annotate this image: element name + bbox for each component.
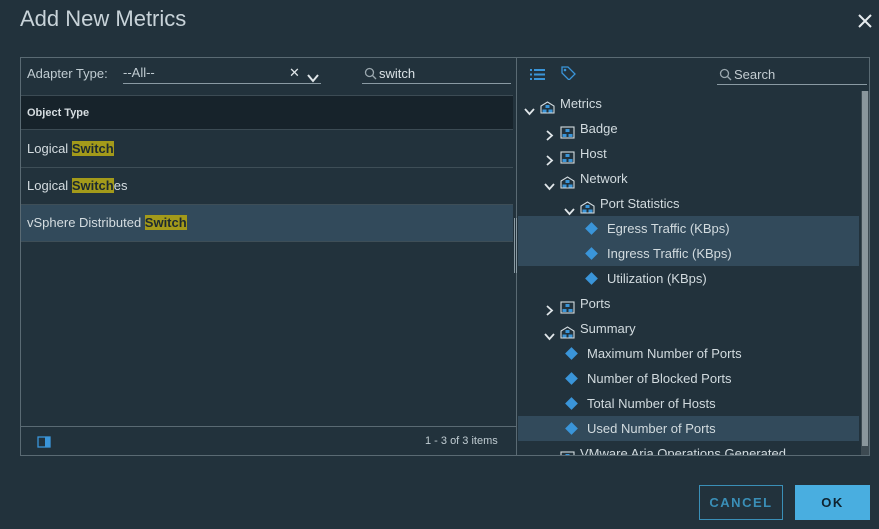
tree-metric-node[interactable]: Utilization (KBps) (518, 266, 859, 291)
tree-metric-node[interactable]: Ingress Traffic (KBps) (518, 241, 859, 266)
metric-diamond-icon (565, 422, 578, 435)
tree-metric-node[interactable]: Egress Traffic (KBps) (518, 216, 859, 241)
adapter-type-select[interactable]: --All-- ✕ (123, 62, 321, 84)
tree-group-node[interactable]: Ports (518, 291, 859, 316)
clear-icon[interactable]: ✕ (289, 62, 300, 84)
tree-node-label: Metrics (560, 96, 602, 111)
metrics-search (717, 63, 867, 85)
metrics-scrollbar[interactable] (861, 91, 869, 455)
tree-group-node[interactable]: Network (518, 166, 859, 191)
tree-node-label: Used Number of Ports (587, 421, 716, 436)
adapter-type-value: --All-- (123, 65, 155, 80)
metric-group-icon (560, 447, 575, 455)
resize-handle[interactable] (514, 218, 517, 273)
tree-node-label: Host (580, 146, 607, 161)
metrics-toolbar (518, 58, 869, 88)
ok-button[interactable]: OK (795, 485, 870, 520)
tree-node-label: Ports (580, 296, 611, 311)
adapter-type-label: Adapter Type: (27, 66, 108, 81)
tree-node-label: Badge (580, 121, 618, 136)
table-row[interactable]: vSphere Distributed Switch (21, 205, 513, 242)
metrics-tree: Metrics Badge Host Network Port Statistics Eg… (518, 91, 859, 455)
metric-diamond-icon (585, 247, 598, 260)
tree-node-label: Ingress Traffic (KBps) (607, 246, 732, 261)
row-text: Logical (27, 178, 72, 193)
tree-node-label: Utilization (KBps) (607, 271, 707, 286)
dialog-body: Adapter Type: --All-- ✕ Object Type Logi… (20, 57, 870, 456)
chevron-right-icon[interactable] (546, 449, 554, 455)
table-row[interactable]: Logical Switches (21, 168, 513, 205)
tree-node-label: Total Number of Hosts (587, 396, 716, 411)
search-icon (719, 68, 732, 86)
pagination-count: 1 - 3 of 3 items (425, 435, 498, 447)
metrics-panel: Metrics Badge Host Network Port Statistics Eg… (518, 58, 869, 455)
dialog-title: Add New Metrics (20, 6, 187, 31)
tree-node-label: Network (580, 171, 628, 186)
filter-bar: Adapter Type: --All-- ✕ (21, 58, 517, 94)
object-type-panel: Adapter Type: --All-- ✕ Object Type Logi… (21, 58, 517, 455)
tree-group-node[interactable]: Port Statistics (518, 191, 859, 216)
tree-group-node[interactable]: VMware Aria Operations Generated (518, 441, 859, 455)
cancel-button[interactable]: CANCEL (699, 485, 783, 520)
object-type-header[interactable]: Object Type (21, 95, 513, 130)
search-match-highlight: Switch (71, 178, 114, 193)
tree-node-label: Number of Blocked Ports (587, 371, 732, 386)
tag-icon[interactable] (560, 65, 577, 85)
row-text: vSphere Distributed (27, 215, 145, 230)
metric-diamond-icon (565, 347, 578, 360)
tree-node-label: Port Statistics (600, 196, 680, 211)
metric-diamond-icon (585, 222, 598, 235)
scrollbar-thumb[interactable] (862, 91, 868, 446)
tree-group-node[interactable]: Metrics (518, 91, 859, 116)
metrics-search-input[interactable] (734, 63, 859, 85)
chevron-down-icon[interactable] (307, 68, 319, 90)
object-search-input[interactable] (379, 62, 504, 84)
tree-node-label: Summary (580, 321, 636, 336)
column-header-label: Object Type (27, 107, 90, 119)
tree-metric-node[interactable]: Total Number of Hosts (518, 391, 859, 416)
search-match-highlight: Switch (71, 141, 114, 156)
tree-group-node[interactable]: Host (518, 141, 859, 166)
metric-diamond-icon (565, 372, 578, 385)
table-row[interactable]: Logical Switch (21, 131, 513, 168)
table-footer: 1 - 3 of 3 items (21, 426, 517, 455)
tree-node-label: VMware Aria Operations Generated (580, 446, 786, 455)
search-icon (364, 67, 377, 85)
row-text-suffix: es (113, 178, 128, 193)
metric-diamond-icon (565, 397, 578, 410)
tree-group-node[interactable]: Summary (518, 316, 859, 341)
tree-metric-node[interactable]: Maximum Number of Ports (518, 341, 859, 366)
object-search (362, 62, 511, 84)
metric-diamond-icon (585, 272, 598, 285)
column-toggle-icon[interactable] (37, 435, 51, 453)
tree-metric-node[interactable]: Used Number of Ports (518, 416, 859, 441)
close-icon[interactable] (854, 10, 876, 32)
tree-metric-node[interactable]: Number of Blocked Ports (518, 366, 859, 391)
list-view-icon[interactable] (530, 67, 545, 85)
tree-node-label: Egress Traffic (KBps) (607, 221, 730, 236)
tree-group-node[interactable]: Badge (518, 116, 859, 141)
search-match-highlight: Switch (144, 215, 187, 230)
tree-node-label: Maximum Number of Ports (587, 346, 742, 361)
row-text: Logical (27, 141, 72, 156)
